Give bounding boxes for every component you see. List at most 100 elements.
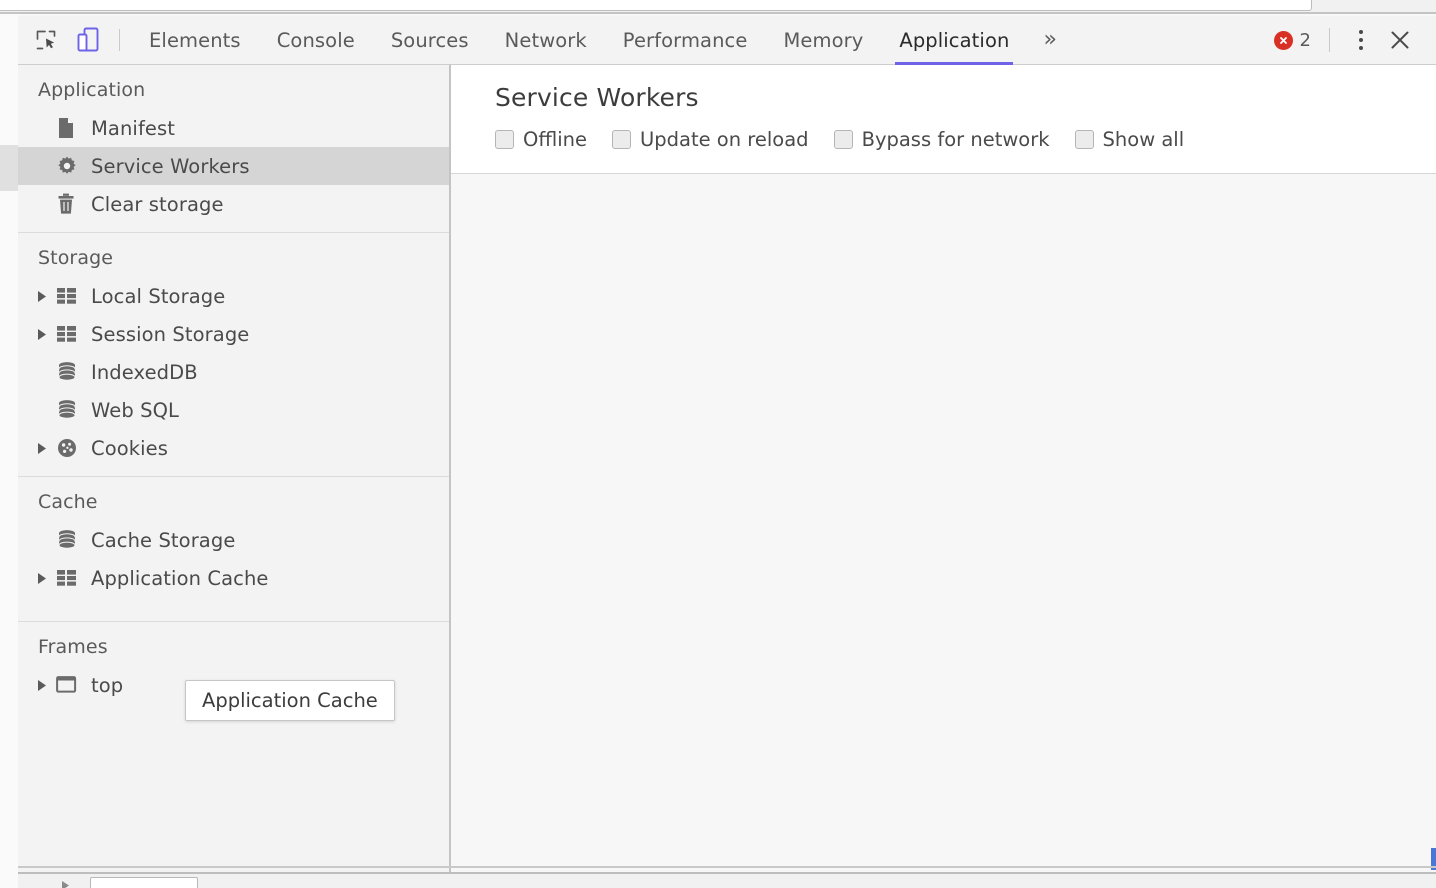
devtools-tab-strip: Elements Console Sources Network Perform…: [131, 16, 1073, 65]
omnibox-field[interactable]: [0, 0, 1312, 11]
devtools-panel: Elements Console Sources Network Perform…: [18, 16, 1436, 888]
page-content-left-strip: [0, 14, 18, 888]
devtools-panel-body: Application Manifest Service Workers Cle…: [18, 65, 1436, 888]
checkbox-box-icon[interactable]: [611, 130, 631, 149]
page-title: Service Workers: [495, 83, 699, 112]
table-icon: [56, 568, 82, 588]
checkbox-box-icon[interactable]: [1074, 130, 1094, 149]
tab-label: Application: [899, 28, 1010, 52]
tooltip-text: Application Cache: [202, 689, 378, 712]
checkbox-box-icon[interactable]: [495, 130, 514, 149]
database-icon: [56, 361, 82, 383]
tab-label: Performance: [622, 28, 748, 52]
sidebar-item-service-workers[interactable]: Service Workers: [18, 147, 449, 185]
cookie-icon: [56, 437, 82, 459]
expand-triangle-icon[interactable]: [34, 572, 50, 585]
chevron-double-right-icon: »: [1043, 27, 1057, 52]
drawer-filter-input[interactable]: [90, 877, 198, 888]
tab-network[interactable]: Network: [487, 16, 605, 65]
expand-triangle-icon[interactable]: [34, 442, 50, 455]
checkbox-label: Offline: [523, 128, 587, 151]
sidebar-item-manifest[interactable]: Manifest: [18, 109, 449, 147]
tab-performance[interactable]: Performance: [605, 16, 766, 65]
checkbox-label: Bypass for network: [861, 128, 1050, 151]
more-options-button[interactable]: [1344, 22, 1378, 58]
checkbox-box-icon[interactable]: [833, 130, 853, 149]
tab-application[interactable]: Application: [881, 16, 1027, 65]
browser-omnibox-remnant: [0, 0, 1436, 14]
checkbox-show-all[interactable]: Show all: [1074, 128, 1185, 151]
tab-console[interactable]: Console: [259, 16, 373, 65]
sidebar-item-clear-storage[interactable]: Clear storage: [18, 185, 449, 223]
sidebar-item-indexeddb[interactable]: IndexedDB: [18, 353, 449, 391]
close-icon: [1388, 28, 1412, 52]
kebab-dot: [1359, 30, 1363, 34]
application-cache-tooltip: Application Cache: [185, 680, 395, 721]
sidebar-item-label: IndexedDB: [91, 360, 198, 384]
tab-sources[interactable]: Sources: [373, 16, 487, 65]
sidebar-item-label: Local Storage: [91, 284, 226, 308]
sidebar-item-label: Session Storage: [91, 322, 250, 346]
service-workers-header: Service Workers Offline Update on reload: [451, 65, 1436, 174]
expand-triangle-icon[interactable]: [34, 290, 50, 303]
checkbox-label: Update on reload: [639, 128, 809, 151]
sidebar-item-local-storage[interactable]: Local Storage: [18, 277, 449, 315]
sidebar-section-title: Cache: [38, 491, 98, 513]
drawer-top-divider: [18, 866, 1436, 868]
service-workers-options-row: Offline Update on reload Bypass for netw…: [495, 128, 1436, 151]
checkbox-update-on-reload[interactable]: Update on reload: [611, 128, 809, 151]
sidebar-item-label: Service Workers: [91, 154, 250, 178]
devtools-toolbar: Elements Console Sources Network Perform…: [18, 16, 1436, 65]
tab-label: Console: [276, 28, 355, 52]
sidebar-item-label: Clear storage: [91, 192, 224, 216]
tab-label: Network: [504, 28, 587, 52]
sidebar-item-label: Application Cache: [91, 566, 269, 590]
database-icon: [56, 399, 82, 421]
tab-label: Memory: [783, 28, 864, 52]
tab-elements[interactable]: Elements: [131, 16, 259, 65]
sidebar-item-application-cache[interactable]: Application Cache: [18, 559, 449, 597]
tab-label: Sources: [390, 28, 469, 52]
checkbox-bypass-for-network[interactable]: Bypass for network: [833, 128, 1050, 151]
tab-label: Elements: [149, 28, 241, 52]
kebab-dot: [1359, 38, 1363, 42]
devtools-window-root: Elements Console Sources Network Perform…: [0, 0, 1436, 888]
toggle-device-toolbar-button[interactable]: [70, 22, 106, 58]
database-icon: [56, 529, 82, 551]
sidebar-section-application: Application Manifest Service Workers Cle…: [18, 65, 449, 233]
chevron-right-icon[interactable]: [60, 879, 72, 888]
sidebar-section-title: Frames: [38, 636, 108, 658]
toolbar-divider: [119, 29, 120, 51]
device-toolbar-icon: [76, 27, 100, 53]
sidebar-item-cookies[interactable]: Cookies: [18, 429, 449, 467]
expand-triangle-icon[interactable]: [34, 679, 50, 692]
inspect-element-button[interactable]: [28, 22, 64, 58]
close-devtools-button[interactable]: [1378, 20, 1422, 60]
sidebar-item-label: Cache Storage: [91, 528, 236, 552]
checkbox-label: Show all: [1102, 128, 1185, 151]
service-workers-panel: Service Workers Offline Update on reload: [451, 65, 1436, 888]
error-count-label: 2: [1299, 29, 1311, 51]
sidebar-item-session-storage[interactable]: Session Storage: [18, 315, 449, 353]
application-sidebar[interactable]: Application Manifest Service Workers Cle…: [18, 65, 451, 888]
toolbar-divider-right: [1329, 28, 1330, 52]
error-count-badge[interactable]: 2: [1273, 29, 1315, 51]
tab-memory[interactable]: Memory: [765, 16, 881, 65]
checkbox-offline[interactable]: Offline: [495, 128, 587, 151]
sidebar-section-title: Application: [38, 79, 146, 101]
inspect-element-icon: [34, 28, 58, 52]
more-tabs-button[interactable]: »: [1027, 16, 1072, 65]
sidebar-section-storage: Storage Local Storage Session Storage In…: [18, 233, 449, 477]
page-highlight-band: [0, 145, 18, 191]
expand-triangle-icon[interactable]: [34, 328, 50, 341]
kebab-dot: [1359, 46, 1363, 50]
sidebar-section-cache: Cache Cache Storage Application Cache: [18, 477, 449, 622]
table-icon: [56, 286, 82, 306]
table-icon: [56, 324, 82, 344]
sidebar-item-label: Manifest: [91, 116, 176, 140]
sidebar-item-web-sql[interactable]: Web SQL: [18, 391, 449, 429]
sidebar-item-cache-storage[interactable]: Cache Storage: [18, 521, 449, 559]
console-drawer-remnant: [18, 872, 1436, 888]
error-circle-icon: [1273, 30, 1293, 50]
sidebar-item-label: Web SQL: [91, 398, 180, 422]
